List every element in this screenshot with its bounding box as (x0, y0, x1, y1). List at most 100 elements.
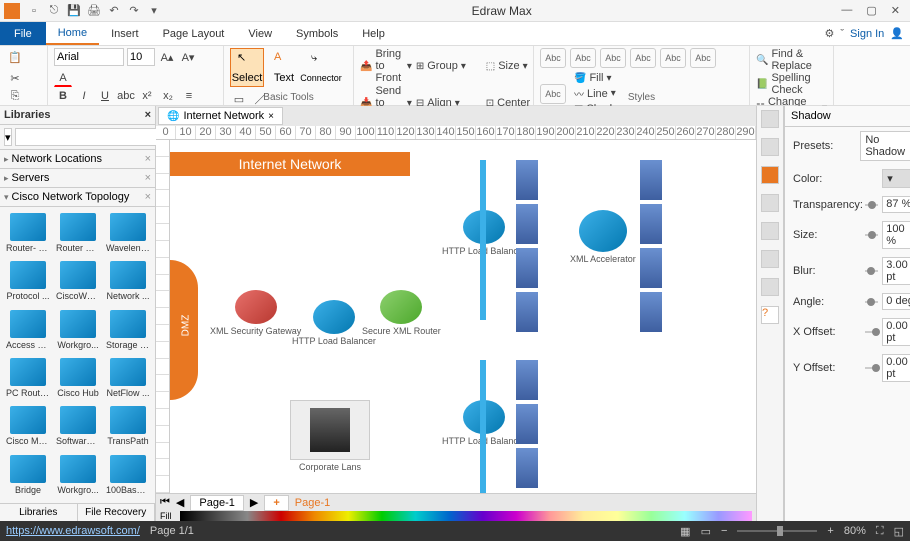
server-11[interactable] (516, 448, 538, 488)
library-shape[interactable]: Access Se... (6, 310, 50, 352)
fill-button[interactable]: 🪣Fill▾ (574, 72, 634, 84)
library-shape[interactable]: NetFlow ... (106, 358, 150, 400)
yoffset-slider[interactable] (865, 367, 878, 369)
style-preset-6[interactable]: Abc (690, 48, 716, 68)
prev-page-icon[interactable]: ◀ (176, 496, 184, 509)
minimize-icon[interactable]: — (841, 4, 852, 17)
library-shape[interactable]: TransPath (106, 406, 150, 448)
signin-link[interactable]: Sign In (850, 28, 884, 40)
library-shape[interactable]: Protocol ... (6, 261, 50, 303)
presets-dropdown[interactable]: No Shadow▾ (860, 131, 910, 161)
shadow-pane-icon[interactable] (761, 166, 779, 184)
library-shape[interactable]: CiscoWor... (56, 261, 100, 303)
print-icon[interactable]: 🖨 (86, 3, 102, 19)
library-shape[interactable]: 100BaseT... (106, 455, 150, 497)
font-pane-icon[interactable] (761, 222, 779, 240)
open-icon[interactable]: ⎋ (46, 3, 62, 19)
server-3[interactable] (516, 248, 538, 288)
lib-add-button[interactable]: ▾ (4, 128, 12, 146)
file-menu[interactable]: File (0, 22, 46, 45)
section-network-locations[interactable]: ▸Network Locations× (0, 150, 155, 169)
cut-icon[interactable]: ✂ (6, 69, 24, 87)
symbols-menu[interactable]: Symbols (284, 24, 350, 44)
maximize-icon[interactable]: ▢ (866, 4, 876, 17)
style-preset-1[interactable]: Abc (540, 48, 566, 68)
zoom-slider[interactable] (737, 530, 817, 532)
library-shape[interactable]: Workgro... (56, 310, 100, 352)
gear-icon[interactable]: ⚙ (825, 27, 835, 40)
theme-icon[interactable] (761, 110, 779, 128)
server-4[interactable] (516, 292, 538, 332)
shadow-color-picker[interactable]: ▾ (882, 169, 910, 188)
collapse-ribbon-icon[interactable]: ˇ (840, 28, 844, 40)
copy-icon[interactable]: ⎘ (6, 87, 24, 105)
style-preset-5[interactable]: Abc (660, 48, 686, 68)
new-icon[interactable]: ▫ (26, 3, 42, 19)
xoffset-slider[interactable] (865, 331, 878, 333)
home-menu[interactable]: Home (46, 23, 99, 45)
bus-bar-1[interactable] (480, 160, 486, 320)
spell-check-button[interactable]: 📗Spelling Check (756, 72, 827, 96)
library-shape[interactable]: Storage S... (106, 310, 150, 352)
brush-icon[interactable] (761, 250, 779, 268)
xml-security-gateway-shape[interactable] (235, 290, 277, 324)
page-tab-1[interactable]: Page-1 (190, 495, 243, 511)
select-tool[interactable]: ↖Select (230, 48, 264, 87)
view-normal-icon[interactable]: ▭ (701, 525, 711, 538)
server-5[interactable] (640, 160, 662, 200)
library-shape[interactable]: Software-... (56, 406, 100, 448)
section-cisco[interactable]: ▾Cisco Network Topology× (0, 188, 155, 207)
italic-button[interactable]: I (75, 87, 93, 105)
fullscreen-icon[interactable]: ◱ (894, 525, 904, 538)
server-8[interactable] (640, 292, 662, 332)
view-menu[interactable]: View (236, 24, 284, 44)
font-size-select[interactable] (127, 48, 155, 66)
find-replace-button[interactable]: 🔍Find & Replace (756, 48, 827, 72)
group-button[interactable]: ⊞Group▾ (416, 48, 482, 84)
fit-page-icon[interactable]: ⛶ (876, 525, 884, 538)
server-1[interactable] (516, 160, 538, 200)
layers-icon[interactable] (761, 138, 779, 156)
library-shape[interactable]: Cisco Hub (56, 358, 100, 400)
http-lb-1-shape[interactable] (313, 300, 355, 334)
tab-file-recovery[interactable]: File Recovery (78, 504, 156, 521)
corporate-lan-shape[interactable] (290, 400, 370, 460)
style-preset-2[interactable]: Abc (570, 48, 596, 68)
insert-menu[interactable]: Insert (99, 24, 151, 44)
blur-value[interactable]: 3.00 pt⇅ (882, 257, 910, 285)
superscript-icon[interactable]: x² (138, 87, 156, 105)
font-name-select[interactable] (54, 48, 124, 66)
tab-libraries[interactable]: Libraries (0, 504, 78, 521)
size-value[interactable]: 100 %⇅ (882, 221, 910, 249)
library-shape[interactable]: Router- C... (6, 213, 50, 255)
underline-button[interactable]: U (96, 87, 114, 105)
pagelayout-menu[interactable]: Page Layout (151, 24, 237, 44)
help-menu[interactable]: Help (350, 24, 397, 44)
transparency-slider[interactable] (865, 204, 878, 206)
color-palette[interactable] (180, 511, 753, 521)
first-page-icon[interactable]: ⏮ (160, 496, 170, 509)
increase-font-icon[interactable]: A▴ (158, 48, 176, 66)
add-page-button[interactable]: + (264, 495, 288, 511)
size-slider[interactable] (865, 234, 878, 236)
view-grid-icon[interactable]: ▦ (680, 525, 690, 538)
transparency-value[interactable]: 87 %⇅ (882, 196, 910, 213)
save-icon[interactable]: 💾 (66, 3, 82, 19)
library-shape[interactable]: Router w/... (56, 213, 100, 255)
library-shape[interactable]: PC Router... (6, 358, 50, 400)
undo-icon[interactable]: ↶ (106, 3, 122, 19)
panel-close-icon[interactable]: × (145, 109, 151, 121)
image-icon[interactable] (761, 194, 779, 212)
style-preset-3[interactable]: Abc (600, 48, 626, 68)
server-6[interactable] (640, 204, 662, 244)
zoom-in-icon[interactable]: + (827, 525, 833, 537)
angle-slider[interactable] (865, 301, 878, 303)
help-icon[interactable]: ? (761, 306, 779, 324)
library-shape[interactable]: Bridge (6, 455, 50, 497)
font-color-icon[interactable]: A (54, 69, 72, 87)
secure-xml-router-shape[interactable] (380, 290, 422, 324)
canvas[interactable]: Internet Network DMZ XML Security Gatewa… (170, 140, 756, 493)
xoffset-value[interactable]: 0.00 pt⇅ (882, 318, 910, 346)
lib-search-input[interactable] (15, 128, 163, 146)
status-url[interactable]: https://www.edrawsoft.com/ (6, 525, 140, 537)
